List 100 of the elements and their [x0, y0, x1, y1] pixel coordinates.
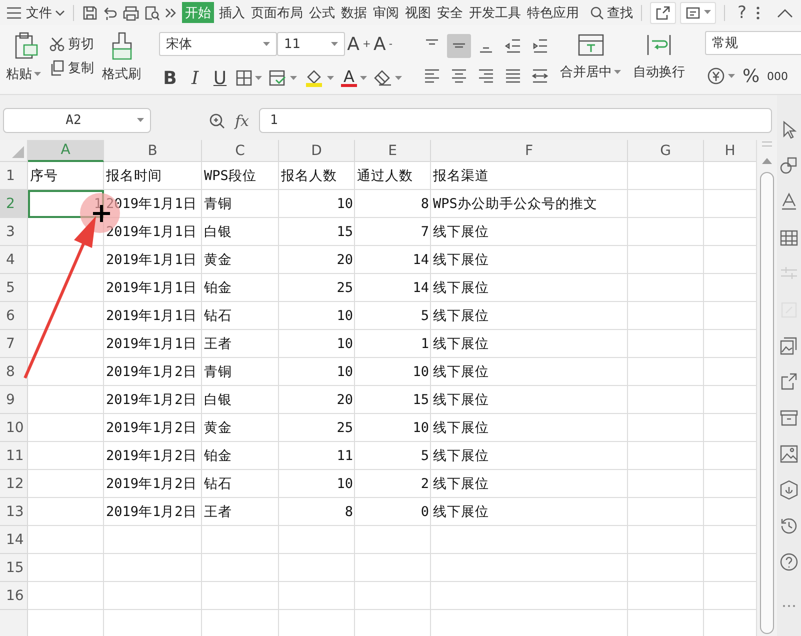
menu-icon[interactable]: [6, 6, 22, 20]
paint-bucket-icon[interactable]: [304, 69, 324, 87]
row-header[interactable]: 3: [0, 218, 28, 246]
caret-icon[interactable]: [395, 76, 402, 80]
share-button[interactable]: [650, 2, 676, 24]
shrink-font-button[interactable]: A$^{-}$: [371, 32, 395, 56]
layout-dropdown[interactable]: [680, 2, 716, 24]
formula-field[interactable]: 1: [259, 108, 772, 133]
bold-button[interactable]: B: [159, 66, 181, 90]
chevron-double-right-icon[interactable]: [164, 8, 178, 18]
eraser-icon[interactable]: [374, 70, 392, 86]
caret-icon[interactable]: [34, 72, 41, 76]
print-icon[interactable]: [122, 4, 140, 20]
function-label[interactable]: fx: [235, 112, 250, 130]
column-header[interactable]: F: [431, 140, 628, 162]
column-header[interactable]: D: [279, 140, 355, 162]
caret-icon[interactable]: [704, 10, 711, 15]
underline-button[interactable]: U: [209, 66, 231, 90]
caret-icon[interactable]: [728, 74, 735, 78]
row-header[interactable]: 5: [0, 274, 28, 302]
image-icon[interactable]: [779, 444, 799, 464]
ribbon-tab[interactable]: 开发工具: [468, 2, 522, 23]
column-header[interactable]: H: [704, 140, 756, 162]
table-check-icon[interactable]: [269, 70, 287, 86]
merge-center-button[interactable]: 合并居中: [556, 31, 625, 89]
number-format-field[interactable]: 常规: [705, 31, 801, 55]
format-painter-button[interactable]: 格式刷: [100, 31, 143, 89]
help-circle-icon[interactable]: [779, 552, 799, 572]
caret-icon[interactable]: [137, 118, 144, 123]
ribbon-tab[interactable]: 视图: [404, 2, 432, 23]
history-icon[interactable]: [779, 516, 799, 536]
row-header[interactable]: 16: [0, 582, 28, 610]
scroll-up-icon[interactable]: [762, 158, 772, 164]
archive-icon[interactable]: [779, 408, 799, 428]
name-box[interactable]: A2: [3, 108, 151, 133]
search-button[interactable]: 查找: [590, 2, 633, 23]
column-header[interactable]: B: [104, 140, 202, 162]
image-gallery-icon[interactable]: [779, 336, 799, 356]
help-button[interactable]: ?: [733, 2, 751, 23]
caret-icon[interactable]: [331, 42, 338, 46]
italic-button[interactable]: I: [184, 66, 206, 90]
row-header[interactable]: 6: [0, 302, 28, 330]
hexagon-badge-icon[interactable]: [779, 480, 799, 500]
caret-icon[interactable]: [255, 76, 262, 80]
more-icon[interactable]: [755, 4, 761, 20]
file-menu[interactable]: 文件: [26, 2, 65, 23]
thousands-button[interactable]: 000: [765, 70, 790, 82]
caret-icon[interactable]: [327, 76, 334, 80]
row-header[interactable]: 15: [0, 554, 28, 582]
scrollbar-thumb[interactable]: [760, 172, 774, 634]
paste-button[interactable]: 粘贴: [4, 31, 43, 89]
ribbon-tab[interactable]: 特色应用: [526, 2, 580, 23]
row-header[interactable]: 4: [0, 246, 28, 274]
ribbon-tab[interactable]: 页面布局: [250, 2, 304, 23]
currency-icon[interactable]: [707, 67, 725, 85]
copy-button[interactable]: 复制: [47, 59, 96, 77]
row-header[interactable]: 12: [0, 470, 28, 498]
row-header[interactable]: 9: [0, 386, 28, 414]
row-header[interactable]: 7: [0, 330, 28, 358]
search-icon[interactable]: [590, 6, 604, 20]
row-header[interactable]: 13: [0, 498, 28, 526]
grow-font-button[interactable]: A$^{+}$: [347, 32, 371, 56]
ribbon-tab[interactable]: 插入: [218, 2, 246, 23]
row-header[interactable]: 8: [0, 358, 28, 386]
undo-icon[interactable]: [102, 4, 118, 20]
shapes-icon[interactable]: [779, 156, 799, 176]
more-horizontal-icon[interactable]: [782, 604, 796, 608]
column-header[interactable]: E: [355, 140, 431, 162]
row-header[interactable]: 14: [0, 526, 28, 554]
caret-icon[interactable]: [360, 76, 367, 80]
ribbon-tab[interactable]: 安全: [436, 2, 464, 23]
cell-style-button[interactable]: [267, 70, 299, 86]
row-header[interactable]: 11: [0, 442, 28, 470]
clear-button[interactable]: [372, 70, 404, 86]
currency-button[interactable]: [705, 67, 737, 85]
scissors-icon[interactable]: [49, 36, 65, 52]
grid-icon[interactable]: [236, 70, 252, 86]
column-header[interactable]: G: [628, 140, 704, 162]
row-header[interactable]: 10: [0, 414, 28, 442]
ribbon-tab[interactable]: 数据: [340, 2, 368, 23]
copy-icon[interactable]: [49, 60, 65, 76]
chevron-down-icon[interactable]: [55, 10, 65, 16]
row-header[interactable]: 1: [0, 162, 28, 190]
export-icon[interactable]: [779, 372, 799, 392]
ribbon-tab[interactable]: 审阅: [372, 2, 400, 23]
print-preview-icon[interactable]: [144, 4, 160, 20]
text-style-icon[interactable]: [779, 192, 799, 212]
zoom-in-icon[interactable]: [209, 112, 225, 128]
font-size-field[interactable]: 11: [277, 32, 345, 56]
cut-button[interactable]: 剪切: [47, 35, 96, 53]
percent-button[interactable]: %: [740, 64, 762, 88]
collapse-icon[interactable]: [777, 8, 793, 18]
table-icon[interactable]: [779, 228, 799, 248]
caret-icon[interactable]: [290, 76, 297, 80]
borders-button[interactable]: [234, 70, 264, 86]
save-icon[interactable]: [82, 4, 98, 20]
font-color-button[interactable]: A: [339, 69, 369, 87]
share-icon[interactable]: [655, 4, 671, 20]
column-header[interactable]: C: [202, 140, 279, 162]
caret-icon[interactable]: [614, 70, 621, 74]
